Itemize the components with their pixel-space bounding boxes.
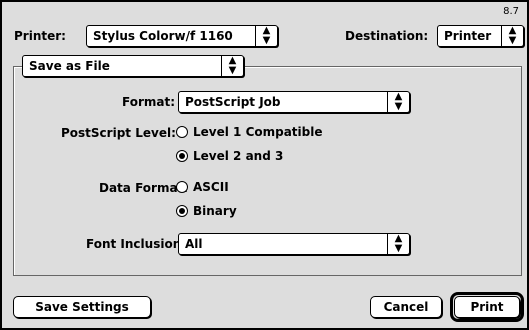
cancel-button[interactable]: Cancel [370,296,442,318]
radio-ascii[interactable]: ASCII [176,180,229,194]
printer-popup[interactable]: Stylus Colorw/f 1160 ▲ ▼ [86,25,278,47]
printer-popup-value: Stylus Colorw/f 1160 [93,29,233,43]
format-popup[interactable]: PostScript Job ▲ ▼ [178,91,410,113]
destination-popup-value: Printer [444,29,492,43]
destination-popup[interactable]: Printer ▲ ▼ [437,25,524,47]
updown-arrows-icon: ▲ ▼ [255,26,277,46]
radio-button-icon[interactable] [176,126,188,138]
radio-level2-3-label: Level 2 and 3 [193,149,284,163]
radio-ascii-label: ASCII [193,180,229,194]
print-button[interactable]: Print [454,296,520,318]
radio-button-icon[interactable] [176,181,188,193]
font-inclusion-popup-value: All [185,237,203,251]
version-label: 8.7 [503,6,519,17]
postscript-level-label: PostScript Level: [61,126,176,140]
print-dialog: 8.7 Printer: Stylus Colorw/f 1160 ▲ ▼ Des… [0,0,529,330]
format-popup-value: PostScript Job [185,95,281,109]
radio-binary[interactable]: Binary [176,204,237,218]
radio-level2-3[interactable]: Level 2 and 3 [176,149,283,163]
radio-button-selected-icon[interactable] [176,150,188,162]
updown-arrows-icon: ▲ ▼ [387,92,409,112]
save-settings-button[interactable]: Save Settings [13,296,151,318]
updown-arrows-icon: ▲ ▼ [221,56,243,76]
radio-level1-label: Level 1 Compatible [193,125,323,139]
radio-button-selected-icon[interactable] [176,205,188,217]
destination-label: Destination: [345,29,429,43]
format-label: Format: [122,95,176,109]
data-format-label: Data Format: [99,181,189,195]
panel-select-value: Save as File [29,59,110,73]
font-inclusion-popup[interactable]: All ▲ ▼ [178,233,410,255]
printer-label: Printer: [14,29,66,43]
updown-arrows-icon: ▲ ▼ [387,234,409,254]
panel-select-popup[interactable]: Save as File ▲ ▼ [22,55,244,77]
font-inclusion-label: Font Inclusion: [86,237,187,251]
updown-arrows-icon: ▲ ▼ [501,26,523,46]
radio-level1[interactable]: Level 1 Compatible [176,125,323,139]
radio-binary-label: Binary [193,204,237,218]
